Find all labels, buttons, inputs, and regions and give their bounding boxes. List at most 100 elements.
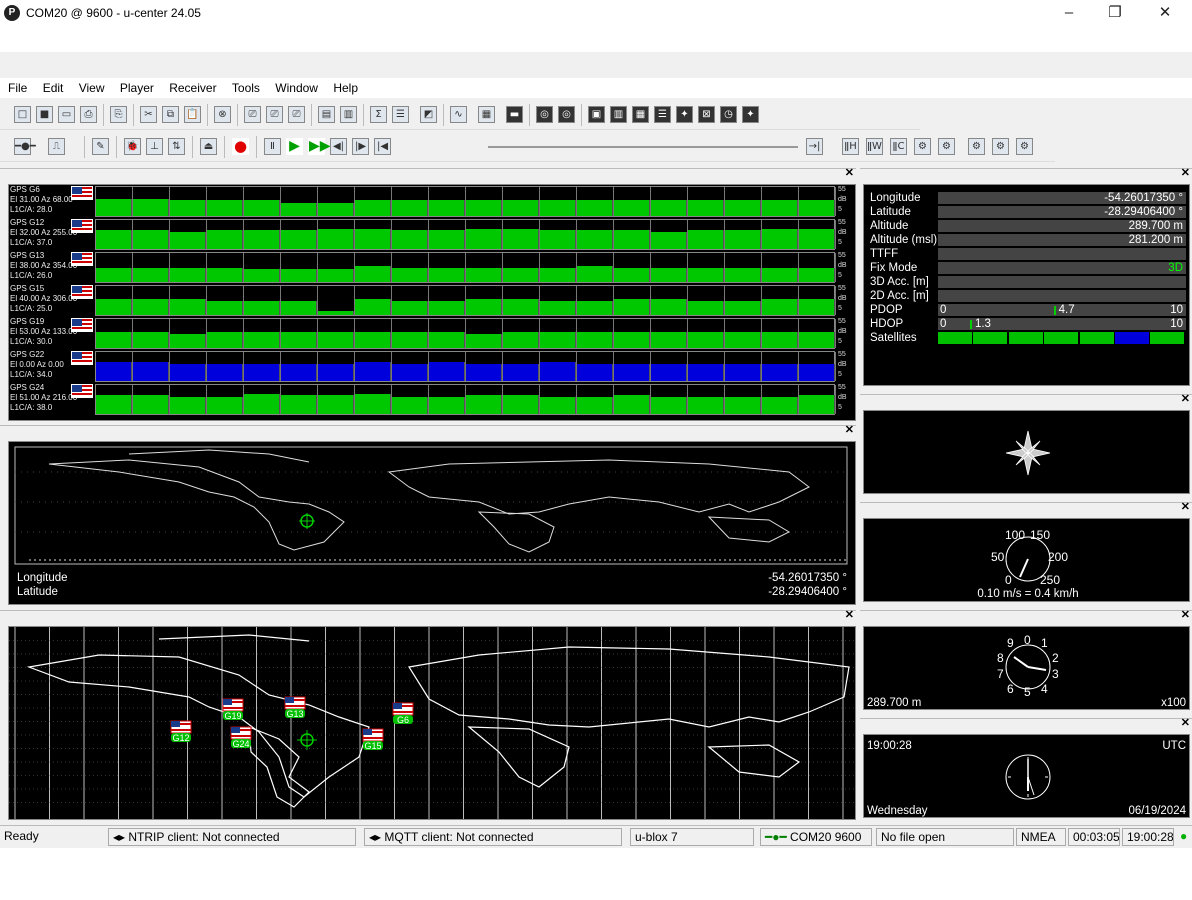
gear-icon-3[interactable]: ⚙	[968, 138, 985, 155]
menu-player[interactable]: Player	[114, 78, 160, 98]
view-icon-3[interactable]: ▦	[632, 106, 649, 123]
gear-icon-1[interactable]: ⚙	[914, 138, 931, 155]
print-icon[interactable]: ⎙	[80, 106, 97, 123]
view-icon-5[interactable]: ⊠	[698, 106, 715, 123]
step-back-icon[interactable]: ◀|	[330, 138, 347, 155]
ruler-icon[interactable]: ⊗	[214, 106, 231, 123]
compass-view-icon[interactable]: ✦	[676, 106, 693, 123]
width-icon[interactable]: ǁW	[866, 138, 883, 155]
view-icon-6[interactable]: ✦	[742, 106, 759, 123]
menu-file[interactable]: File	[0, 78, 33, 98]
color-icon[interactable]: ǁC	[890, 138, 907, 155]
connection-icon[interactable]: ━●━	[14, 138, 36, 155]
signal-bar-strip	[95, 186, 836, 217]
us-flag-icon	[71, 252, 93, 266]
restore-button[interactable]: ❐	[1092, 2, 1138, 24]
close-sky-view-icon[interactable]: ✕	[845, 608, 854, 621]
height-icon[interactable]: ǁH	[842, 138, 859, 155]
preview-icon[interactable]: ⎘	[110, 106, 127, 123]
menu-window[interactable]: Window	[269, 78, 324, 98]
docking-icon-1[interactable]: ⎚	[244, 106, 261, 123]
play-icon[interactable]: ▶	[286, 138, 303, 155]
fast-forward-icon[interactable]: ▶▶	[308, 138, 331, 155]
clock-view-icon[interactable]: ◷	[720, 106, 737, 123]
clock-day: Wednesday	[867, 805, 928, 817]
view-icon-4[interactable]: ☰	[654, 106, 671, 123]
histogram-icon[interactable]: ▦	[478, 106, 495, 123]
new-icon[interactable]: □	[14, 106, 31, 123]
close-map-panel-icon[interactable]: ✕	[845, 423, 854, 436]
menu-receiver[interactable]: Receiver	[163, 78, 222, 98]
alt-digit-2: 2	[1052, 651, 1059, 665]
gear-icon-5[interactable]: ⚙	[1016, 138, 1033, 155]
close-data-view-icon[interactable]: ✕	[1181, 166, 1190, 179]
open-icon[interactable]: ▭	[58, 106, 75, 123]
console-icon[interactable]: ▬	[506, 106, 523, 123]
close-clock-icon[interactable]: ✕	[1181, 716, 1190, 729]
docking-icon-2[interactable]: ⎚	[266, 106, 283, 123]
menu-view[interactable]: View	[73, 78, 111, 98]
debug-icon[interactable]: 🐞	[124, 138, 141, 155]
baud-rate-icon[interactable]: ⎍	[48, 138, 65, 155]
gear-icon-4[interactable]: ⚙	[992, 138, 1009, 155]
gear-icon-2[interactable]: ⚙	[938, 138, 955, 155]
chart-icon[interactable]: ◩	[420, 106, 437, 123]
autobaud-icon[interactable]: ✎	[92, 138, 109, 155]
close-button[interactable]: ✕	[1142, 2, 1188, 24]
jump-end-icon[interactable]: →|	[806, 138, 823, 155]
minimize-button[interactable]: –	[1046, 2, 1092, 24]
signal-bar	[96, 198, 132, 216]
step-forward-icon[interactable]: |▶	[352, 138, 369, 155]
status-protocol: NMEA	[1016, 828, 1066, 846]
signal-bar	[355, 228, 391, 249]
view-icon-1[interactable]: ▣	[588, 106, 605, 123]
sky-icon[interactable]: ◎	[558, 106, 575, 123]
signal-bar	[133, 230, 169, 249]
pause-icon[interactable]: Ⅱ	[264, 138, 281, 155]
close-altimeter-icon[interactable]: ✕	[1181, 608, 1190, 621]
receiver-icon[interactable]: ⊥	[146, 138, 163, 155]
view-icon-2[interactable]: ▥	[610, 106, 627, 123]
close-compass-icon[interactable]: ✕	[1181, 392, 1190, 405]
sky-satellite-marker[interactable]: G24	[230, 726, 252, 749]
layout-icon-1[interactable]: ▤	[318, 106, 335, 123]
eject-icon[interactable]: ⏏	[200, 138, 217, 155]
data-row: TTFF	[870, 247, 1186, 261]
signal-bar	[725, 332, 761, 348]
table-icon[interactable]: ☰	[392, 106, 409, 123]
menu-tools[interactable]: Tools	[226, 78, 266, 98]
status-ntrip[interactable]: ◂▸ NTRIP client: Not connected	[108, 828, 356, 846]
rewind-icon[interactable]: |◀	[374, 138, 391, 155]
signal-bar	[577, 300, 613, 315]
sky-satellite-marker[interactable]: G19	[222, 698, 244, 721]
signal-bar	[725, 363, 761, 381]
settings-icon[interactable]: ⇅	[168, 138, 185, 155]
statistics-icon[interactable]: Σ	[370, 106, 387, 123]
map-longitude-value: -54.26017350 °	[768, 572, 847, 584]
close-signal-panel-icon[interactable]: ✕	[845, 166, 854, 179]
line-chart-icon[interactable]: ∿	[450, 106, 467, 123]
status-mqtt[interactable]: ◂▸ MQTT client: Not connected	[364, 828, 622, 846]
menu-edit[interactable]: Edit	[37, 78, 70, 98]
deviation-icon[interactable]: ◎	[536, 106, 553, 123]
menu-help[interactable]: Help	[327, 78, 364, 98]
status-port[interactable]: ━●━ COM20 9600	[760, 828, 872, 846]
save-icon[interactable]: ■	[36, 106, 53, 123]
signal-bar	[96, 299, 132, 315]
docking-icon-3[interactable]: ⎚	[288, 106, 305, 123]
record-icon[interactable]: ●	[232, 138, 249, 155]
cut-icon[interactable]: ✂	[140, 106, 157, 123]
close-speedometer-icon[interactable]: ✕	[1181, 500, 1190, 513]
sky-satellite-marker[interactable]: G12	[170, 720, 192, 743]
sky-satellite-marker[interactable]: G13	[284, 696, 306, 719]
speed-tick-150: 150	[1030, 528, 1050, 542]
paste-icon[interactable]: 📋	[184, 106, 201, 123]
sky-satellite-marker[interactable]: G15	[362, 728, 384, 751]
signal-bar	[170, 231, 206, 249]
signal-bar	[429, 267, 465, 282]
copy-icon[interactable]: ⧉	[162, 106, 179, 123]
playback-slider[interactable]	[488, 146, 798, 148]
sky-satellite-marker[interactable]: G6	[392, 702, 414, 725]
signal-bar	[133, 267, 169, 282]
layout-icon-2[interactable]: ▥	[340, 106, 357, 123]
